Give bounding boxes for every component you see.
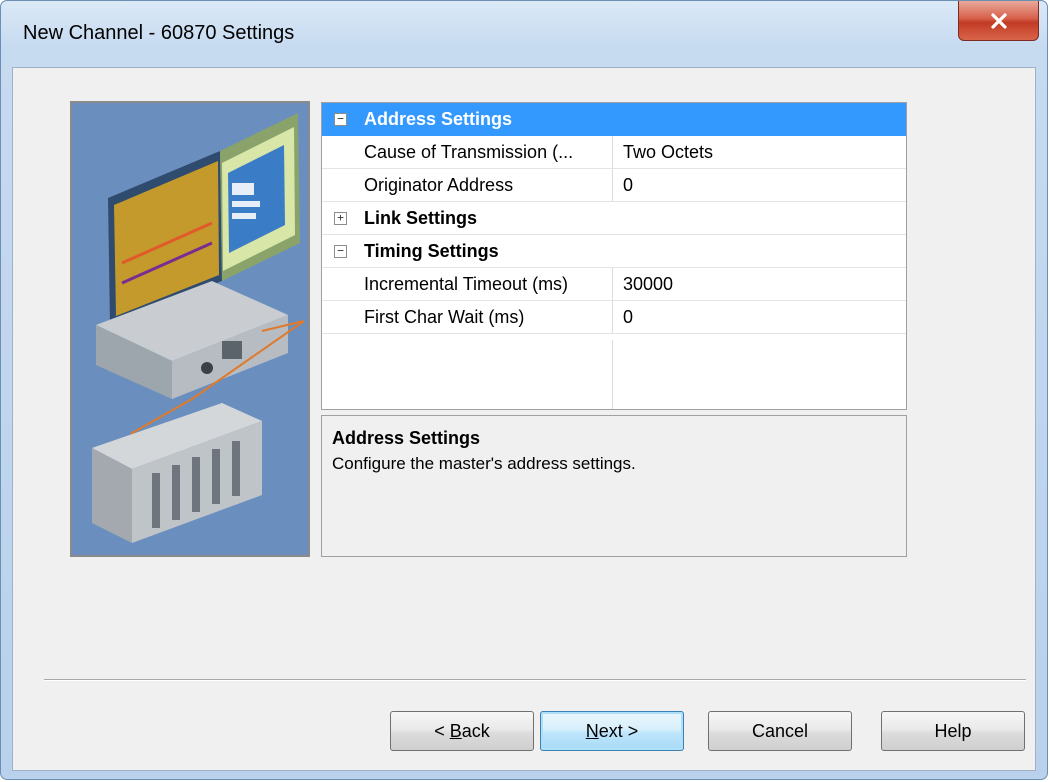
column-divider[interactable] xyxy=(612,301,613,333)
property-name: Originator Address xyxy=(364,175,514,195)
help-button[interactable]: Help xyxy=(881,711,1025,751)
next-button-label-rest: ext > xyxy=(598,720,639,741)
help-button-label: Help xyxy=(934,720,972,741)
category-link-settings[interactable]: + Link Settings xyxy=(322,202,906,235)
back-button-label-rest: ack xyxy=(461,720,490,741)
cancel-button[interactable]: Cancel xyxy=(708,711,852,751)
computer-plc-illustration xyxy=(72,103,308,555)
column-divider xyxy=(612,340,613,409)
close-icon xyxy=(990,12,1007,29)
dialog-client-area: − Address Settings Cause of Transmission… xyxy=(12,67,1036,771)
expand-toggle-icon[interactable]: + xyxy=(334,212,347,225)
separator xyxy=(44,679,1026,681)
property-row[interactable]: Cause of Transmission (... Two Octets xyxy=(322,136,906,169)
property-row[interactable]: Incremental Timeout (ms) 30000 xyxy=(322,268,906,301)
property-value[interactable]: 30000 xyxy=(623,274,673,295)
dialog-window: New Channel - 60870 Settings − Address S… xyxy=(0,0,1048,780)
property-row[interactable]: First Char Wait (ms) 0 xyxy=(322,301,906,334)
back-button[interactable]: < Back xyxy=(390,711,534,751)
property-grid: − Address Settings Cause of Transmission… xyxy=(321,102,907,410)
property-value[interactable]: Two Octets xyxy=(623,142,713,163)
property-row[interactable]: Originator Address 0 xyxy=(322,169,906,202)
category-address-settings[interactable]: − Address Settings xyxy=(322,103,906,136)
property-grid-empty-area xyxy=(322,340,906,409)
close-button[interactable] xyxy=(958,1,1039,41)
title-bar[interactable]: New Channel - 60870 Settings xyxy=(1,1,1047,67)
category-label: Address Settings xyxy=(364,109,513,129)
category-label: Timing Settings xyxy=(364,241,499,261)
property-value[interactable]: 0 xyxy=(623,307,633,328)
back-button-mnemonic: B xyxy=(449,720,462,741)
property-value[interactable]: 0 xyxy=(623,175,633,196)
back-button-prefix: < xyxy=(434,720,450,741)
category-label: Link Settings xyxy=(364,208,478,228)
description-title: Address Settings xyxy=(332,428,481,448)
category-timing-settings[interactable]: − Timing Settings xyxy=(322,235,906,268)
cancel-button-label: Cancel xyxy=(751,720,809,741)
window-title: New Channel - 60870 Settings xyxy=(23,22,295,44)
property-name: First Char Wait (ms) xyxy=(364,307,525,327)
collapse-toggle-icon[interactable]: − xyxy=(334,245,347,258)
wizard-illustration xyxy=(70,101,310,557)
column-divider[interactable] xyxy=(612,136,613,168)
property-name: Incremental Timeout (ms) xyxy=(364,274,569,294)
column-divider[interactable] xyxy=(612,169,613,201)
collapse-toggle-icon[interactable]: − xyxy=(334,113,347,126)
next-button[interactable]: Next > xyxy=(540,711,684,751)
description-text: Configure the master's address settings. xyxy=(332,454,636,473)
column-divider[interactable] xyxy=(612,268,613,300)
description-panel: Address Settings Configure the master's … xyxy=(321,415,907,557)
property-name: Cause of Transmission (... xyxy=(364,142,574,162)
next-button-mnemonic: N xyxy=(585,720,599,741)
